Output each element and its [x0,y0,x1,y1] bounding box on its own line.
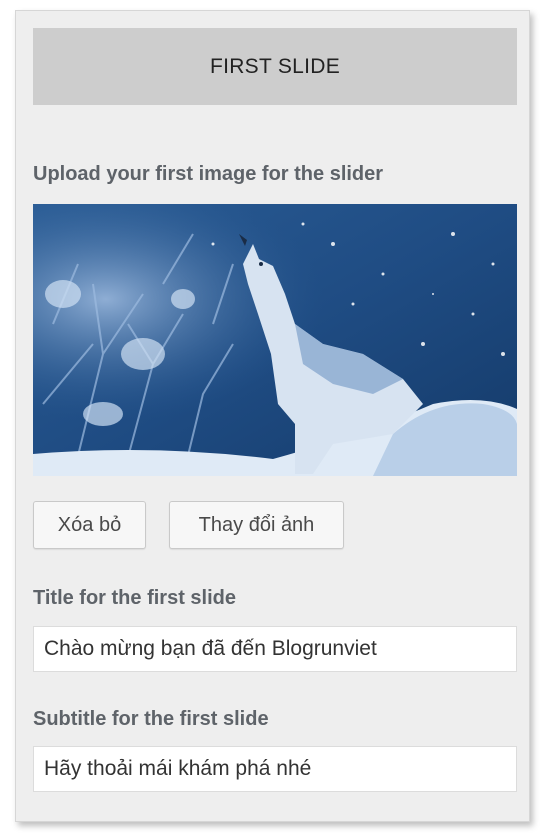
title-input-value: Chào mừng bạn đã đến Blogrunviet [44,637,377,660]
title-field-label: Title for the first slide [33,587,236,609]
subtitle-input-value: Hãy thoải mái khám phá nhé [44,757,312,780]
wolf-image [33,204,517,476]
slide-header[interactable]: FIRST SLIDE [33,28,517,105]
image-upload-label: Upload your first image for the slider [33,163,384,185]
first-slide-panel: FIRST SLIDE Upload your first image for … [15,10,530,822]
subtitle-field-label: Subtitle for the first slide [33,708,269,730]
subtitle-input[interactable]: Hãy thoải mái khám phá nhé [33,746,517,792]
change-image-button[interactable]: Thay đổi ảnh [169,501,344,549]
change-image-label: Thay đổi ảnh [198,513,315,536]
slide-image[interactable] [33,204,517,476]
remove-image-label: Xóa bỏ [57,513,122,536]
remove-image-button[interactable]: Xóa bỏ [33,501,146,549]
slide-header-title: FIRST SLIDE [209,54,341,78]
title-input[interactable]: Chào mừng bạn đã đến Blogrunviet [33,626,517,672]
